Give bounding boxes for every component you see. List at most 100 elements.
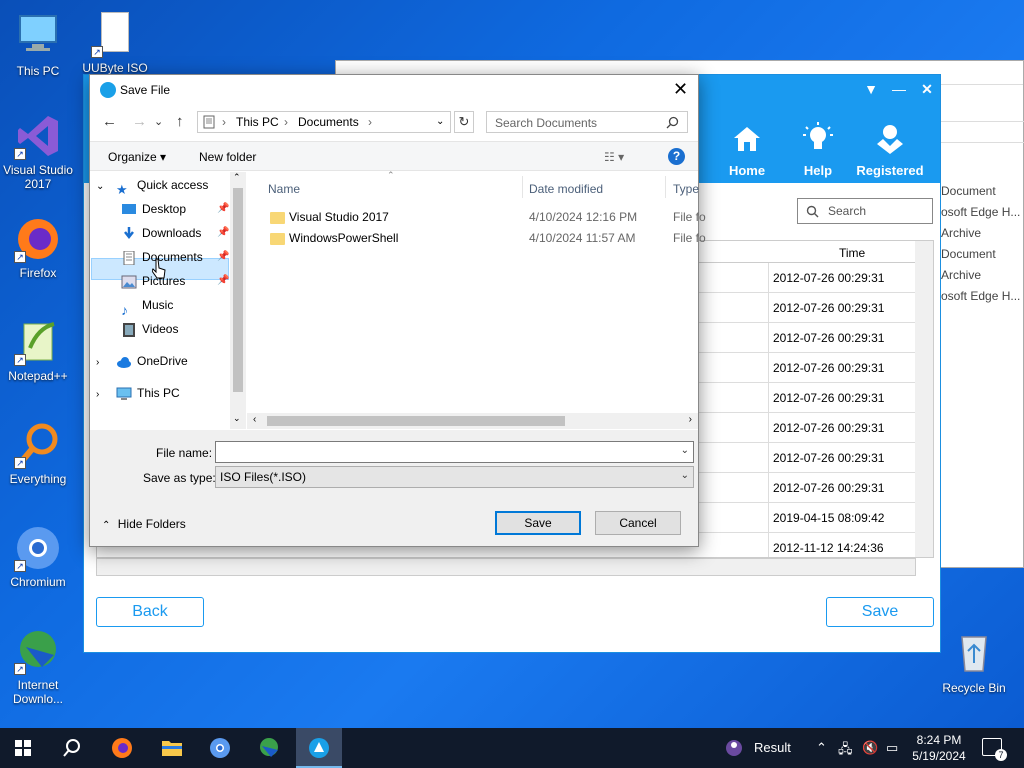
monitor-icon [19, 15, 57, 51]
firefox-icon: ↗ [14, 215, 62, 263]
app-logo-icon [309, 738, 329, 758]
type-column-header[interactable]: Type [673, 182, 699, 196]
date-modified-column-header[interactable]: Date modified [529, 182, 603, 196]
ime-icon[interactable]: ▭ [886, 740, 898, 756]
taskbar-file-explorer[interactable] [149, 728, 195, 768]
menu-dropdown-icon[interactable]: ▼ [860, 81, 882, 97]
scrollbar-thumb[interactable] [233, 188, 243, 392]
nav-home[interactable]: Home [707, 122, 787, 178]
taskbar-chromium[interactable] [197, 728, 243, 768]
save-as-type-select[interactable]: ISO Files(*.ISO) ⌄ [215, 466, 694, 488]
dialog-title-bar: Save File ✕ [90, 75, 698, 105]
app-search-input[interactable]: Search [797, 198, 933, 224]
taskbar-internet-download-manager[interactable] [246, 728, 292, 768]
expand-chevron-icon[interactable]: › [96, 384, 116, 406]
table-vertical-scrollbar[interactable] [915, 241, 933, 557]
list-item[interactable]: Visual Studio 2017 4/10/2024 12:16 PM Fi… [247, 206, 706, 227]
up-arrow-icon[interactable]: ↑ [176, 113, 184, 130]
breadcrumb-this-pc[interactable]: This PC [236, 115, 279, 129]
address-bar[interactable]: › This PC › Documents › ⌄ [197, 111, 451, 133]
volume-muted-icon[interactable]: 🔇 [862, 740, 878, 756]
expand-chevron-icon[interactable]: ⌄ [96, 176, 116, 198]
desktop-icon-visual-studio[interactable]: ↗ Visual Studio 2017 [0, 112, 76, 191]
network-icon[interactable]: 🖧 [838, 740, 853, 762]
dialog-save-button[interactable]: Save [495, 511, 581, 535]
list-item[interactable]: WindowsPowerShell 4/10/2024 11:57 AM Fil… [247, 227, 706, 248]
notification-count: 7 [995, 749, 1007, 761]
address-dropdown-icon[interactable]: ⌄ [436, 116, 444, 127]
organize-menu[interactable]: Organize ▾ [108, 150, 166, 164]
forward-arrow-icon[interactable]: → [132, 113, 147, 130]
time-column-header[interactable]: Time [839, 246, 865, 260]
tree-item-videos[interactable]: Videos [121, 318, 178, 340]
home-icon [734, 127, 760, 151]
desktop-icon-this-pc[interactable]: This PC [0, 10, 76, 78]
time-cell: 2012-07-26 00:29:31 [773, 451, 885, 465]
scrollbar-thumb[interactable] [267, 416, 565, 426]
back-arrow-icon[interactable]: ← [102, 113, 117, 130]
close-button[interactable]: ✕ [916, 81, 938, 98]
tree-item-desktop[interactable]: Desktop 📌 [121, 198, 231, 220]
tree-item-documents[interactable]: Documents 📌 [121, 246, 231, 268]
tree-item-this-pc[interactable]: › This PC [96, 382, 180, 404]
list-item: Archive [941, 268, 982, 282]
nav-registered[interactable]: Registered [850, 122, 930, 178]
taskbar-clock[interactable]: 8:24 PM 5/19/2024 [906, 732, 972, 764]
minimize-button[interactable]: — [888, 81, 910, 97]
desktop-icon-recycle-bin[interactable]: Recycle Bin [936, 627, 1012, 695]
internet-download-manager-icon: ↗ [14, 627, 62, 675]
dialog-search-input[interactable]: Search Documents [486, 111, 688, 133]
show-hidden-icons-chevron-icon[interactable]: ⌃ [816, 740, 827, 756]
tree-item-downloads[interactable]: Downloads 📌 [121, 222, 231, 244]
tray-result-label[interactable]: Result [754, 740, 791, 755]
desktop-icon-everything[interactable]: ↗ Everything [0, 421, 76, 486]
refresh-button[interactable]: ↻ [454, 111, 474, 133]
recent-locations-chevron-icon[interactable]: ⌄ [154, 115, 163, 128]
scroll-down-icon[interactable]: ⌄ [233, 413, 241, 424]
table-horizontal-scrollbar[interactable] [96, 558, 916, 576]
scroll-up-icon[interactable]: ⌃ [233, 172, 241, 183]
taskbar-search-button[interactable] [49, 728, 95, 768]
desktop-icon-firefox[interactable]: ↗ Firefox [0, 215, 76, 280]
result-tray-icon[interactable] [724, 737, 744, 759]
folder-icon [162, 741, 182, 756]
taskbar-uubyte-app[interactable] [296, 728, 342, 768]
desktop-icon-internet-download-manager[interactable]: ↗ Internet Downlo... [0, 627, 76, 706]
dialog-close-icon[interactable]: ✕ [673, 79, 688, 100]
notification-center-icon[interactable]: 7 [982, 738, 1007, 761]
hide-folders-toggle[interactable]: ⌃ Hide Folders [102, 517, 186, 531]
view-options-icon[interactable]: ☷ ▾ [604, 150, 624, 164]
file-name-label: File name: [156, 446, 213, 460]
scroll-right-icon[interactable]: › [689, 414, 692, 425]
file-name-field[interactable]: ⌄ [215, 441, 694, 463]
tree-item-music[interactable]: ♪ Music [121, 294, 173, 318]
desktop-icon-notepad-plus-plus[interactable]: ↗ Notepad++ [0, 318, 76, 383]
nav-help[interactable]: Help [778, 122, 858, 178]
time-cell: 2012-07-26 00:29:31 [773, 361, 885, 375]
desktop-icon-chromium[interactable]: ↗ Chromium [0, 524, 76, 589]
name-column-header[interactable]: Name [268, 182, 300, 196]
time-cell: 2012-11-12 14:24:36 [773, 541, 884, 555]
desktop-icon-uubyte-iso[interactable]: ↗ UUByte ISO [77, 10, 153, 75]
time-cell: 2012-07-26 00:29:31 [773, 391, 885, 405]
scroll-left-icon[interactable]: ‹ [253, 414, 256, 425]
expand-chevron-icon[interactable]: › [96, 352, 116, 374]
navigation-pane-scrollbar[interactable]: ⌃ ⌄ [230, 172, 246, 429]
dialog-cancel-button[interactable]: Cancel [595, 511, 681, 535]
tree-item-onedrive[interactable]: › OneDrive [96, 350, 188, 372]
tree-item-quick-access[interactable]: ⌄ ★ Quick access [96, 174, 208, 198]
notepad-plus-plus-icon: ↗ [14, 318, 62, 366]
start-button[interactable] [0, 728, 46, 768]
tree-item-pictures[interactable]: Pictures 📌 [121, 270, 231, 292]
help-icon[interactable]: ? [668, 148, 685, 165]
chevron-down-icon[interactable]: ⌄ [681, 445, 689, 456]
back-button[interactable]: Back [96, 597, 204, 627]
breadcrumb-documents[interactable]: Documents [298, 115, 359, 129]
file-list-horizontal-scrollbar[interactable]: ‹ › [247, 413, 698, 429]
save-button[interactable]: Save [826, 597, 934, 627]
file-list: ⌃ Name Date modified Type Visual Studio … [247, 170, 706, 429]
tree-item-label: OneDrive [137, 354, 188, 368]
clock-time: 8:24 PM [916, 733, 962, 747]
new-folder-button[interactable]: New folder [199, 150, 256, 164]
taskbar-firefox[interactable] [99, 728, 145, 768]
